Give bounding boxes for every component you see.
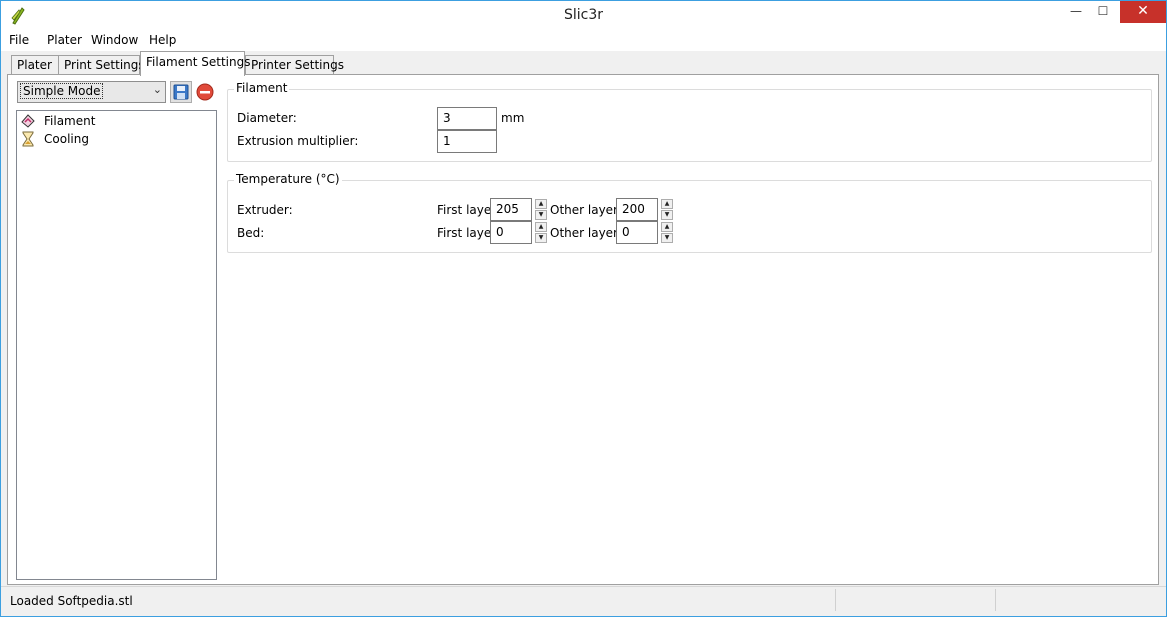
spin-up-icon[interactable]: ▲ <box>535 199 547 209</box>
spin-up-icon[interactable]: ▲ <box>661 199 673 209</box>
filament-icon <box>21 114 35 128</box>
menu-help[interactable]: Help <box>149 33 176 47</box>
menu-window[interactable]: Window <box>91 33 138 47</box>
diameter-label: Diameter: <box>237 111 297 125</box>
extruder-first-layer-field[interactable]: 205 <box>490 198 532 221</box>
diameter-field[interactable]: 3 <box>437 107 497 130</box>
delete-icon <box>196 83 214 101</box>
extruder-first-layer-spinner[interactable]: ▲ ▼ <box>535 199 547 220</box>
status-text: Loaded Softpedia.stl <box>10 594 133 608</box>
filament-group: Filament Diameter: 3 mm Extrusion multip… <box>227 81 1152 162</box>
extrusion-multiplier-field[interactable]: 1 <box>437 130 497 153</box>
tree-item-label: Filament <box>42 114 98 128</box>
status-divider <box>835 589 836 611</box>
extrusion-multiplier-label: Extrusion multiplier: <box>237 134 359 148</box>
save-icon <box>173 84 189 100</box>
extruder-label: Extruder: <box>237 203 293 217</box>
spin-up-icon[interactable]: ▲ <box>661 222 673 232</box>
settings-tree[interactable]: Filament Cooling <box>16 110 217 580</box>
temperature-group: Temperature (°C) Extruder: First layer: … <box>227 172 1152 253</box>
extruder-other-layers-spinner[interactable]: ▲ ▼ <box>661 199 673 220</box>
bed-other-layers-field[interactable]: 0 <box>616 221 658 244</box>
tree-item-label: Cooling <box>44 132 89 146</box>
tab-plater[interactable]: Plater <box>11 55 59 75</box>
close-button[interactable]: ✕ <box>1120 1 1166 23</box>
bed-first-layer-spinner[interactable]: ▲ ▼ <box>535 222 547 243</box>
mode-dropdown-value: Simple Mode <box>20 83 104 99</box>
filament-settings-pane: Simple Mode ⌄ Filament Cooling Filament … <box>7 74 1159 585</box>
tab-print-settings[interactable]: Print Settings <box>58 55 145 75</box>
status-bar: Loaded Softpedia.stl <box>1 586 1166 616</box>
delete-preset-button[interactable] <box>195 81 217 103</box>
spin-up-icon[interactable]: ▲ <box>535 222 547 232</box>
title-bar[interactable]: Slic3r — ☐ ✕ <box>1 1 1166 31</box>
spin-down-icon[interactable]: ▼ <box>535 210 547 220</box>
tab-filament-settings[interactable]: Filament Settings <box>140 51 250 76</box>
menu-bar: File Plater Window Help <box>1 31 1166 51</box>
bed-label: Bed: <box>237 226 265 240</box>
tab-printer-settings[interactable]: Printer Settings <box>245 55 344 75</box>
tab-strip: Plater Print Settings Filament Settings … <box>1 51 1166 76</box>
bed-first-layer-field[interactable]: 0 <box>490 221 532 244</box>
window-title: Slic3r <box>563 7 604 23</box>
app-window: Slic3r — ☐ ✕ File Plater Window Help Pla… <box>0 0 1167 617</box>
chevron-down-icon: ⌄ <box>152 83 162 96</box>
status-divider <box>995 589 996 611</box>
menu-plater[interactable]: Plater <box>47 33 82 47</box>
tree-item-cooling[interactable]: Cooling <box>20 131 120 149</box>
spin-down-icon[interactable]: ▼ <box>661 210 673 220</box>
hourglass-icon <box>22 131 34 147</box>
group-title: Temperature (°C) <box>234 172 342 186</box>
extruder-other-layers-field[interactable]: 200 <box>616 198 658 221</box>
tree-item-filament[interactable]: Filament <box>20 113 120 131</box>
save-preset-button[interactable] <box>170 81 192 103</box>
maximize-button[interactable]: ☐ <box>1088 1 1118 23</box>
mode-dropdown[interactable]: Simple Mode ⌄ <box>17 81 166 103</box>
menu-file[interactable]: File <box>9 33 29 47</box>
minimize-button[interactable]: — <box>1061 1 1091 23</box>
group-title: Filament <box>234 81 290 95</box>
spin-down-icon[interactable]: ▼ <box>661 233 673 243</box>
diameter-unit: mm <box>501 111 525 125</box>
bed-other-layers-spinner[interactable]: ▲ ▼ <box>661 222 673 243</box>
spin-down-icon[interactable]: ▼ <box>535 233 547 243</box>
